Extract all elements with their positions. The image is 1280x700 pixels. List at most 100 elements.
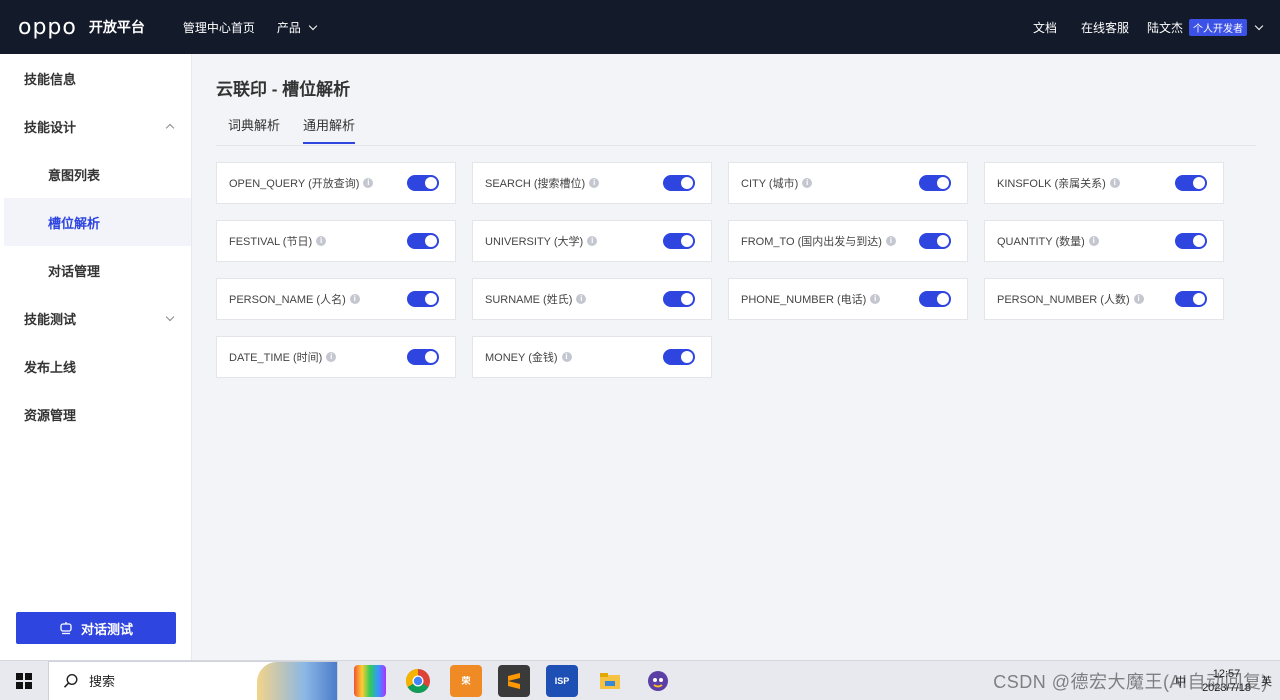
slot-label: CITY (城市)	[741, 178, 799, 190]
sidebar-item-publish[interactable]: 发布上线	[0, 342, 191, 390]
info-icon[interactable]: i	[589, 178, 600, 188]
brand-name[interactable]: 开放平台	[89, 17, 145, 37]
sidebar-item-slot-parsing[interactable]: 槽位解析	[4, 198, 191, 246]
main-content: 云联印 - 槽位解析 词典解析 通用解析 OPEN_QUERY (开放查询) i…	[192, 54, 1280, 660]
slot-toggle[interactable]	[663, 233, 695, 249]
slot-toggle[interactable]	[663, 291, 695, 307]
info-icon[interactable]: i	[326, 352, 337, 362]
info-icon[interactable]: i	[802, 178, 813, 188]
chevron-down-icon	[308, 21, 318, 30]
dialog-test-label: 对话测试	[80, 621, 133, 637]
app-icon-orange[interactable]: 荣	[450, 664, 482, 697]
slot-card: QUANTITY (数量) i	[984, 220, 1224, 262]
slot-toggle[interactable]	[407, 349, 439, 365]
info-icon[interactable]: i	[1109, 178, 1120, 188]
dialog-test-button[interactable]: 对话测试	[16, 612, 176, 644]
oppo-logo[interactable]: oppo	[18, 15, 77, 40]
slot-toggle[interactable]	[663, 349, 695, 365]
slot-toggle[interactable]	[407, 291, 439, 307]
slot-card: SURNAME (姓氏) i	[472, 278, 712, 320]
chevron-up-icon	[165, 123, 175, 132]
search-placeholder: 搜索	[89, 674, 116, 689]
slot-label: DATE_TIME (时间)	[229, 352, 323, 364]
search-highlight-art	[257, 661, 337, 700]
sidebar-item-label: 技能信息	[24, 71, 77, 87]
taskbar-search[interactable]: 搜索	[48, 660, 338, 700]
slot-card: FROM_TO (国内出发与到达) i	[728, 220, 968, 262]
slot-card: PERSON_NAME (人名) i	[216, 278, 456, 320]
windows-logo-icon	[16, 672, 32, 689]
sidebar-item-label: 技能设计	[24, 119, 77, 135]
windows-start-button[interactable]	[0, 661, 48, 700]
sidebar-item-resources[interactable]: 资源管理	[0, 390, 191, 438]
slot-toggle[interactable]	[1175, 233, 1207, 249]
tab-general-parsing[interactable]: 通用解析	[303, 115, 356, 144]
isp-app-icon[interactable]: ISP	[546, 664, 578, 697]
sidebar-item-dialog-management[interactable]: 对话管理	[0, 246, 191, 294]
slot-card: CITY (城市) i	[728, 162, 968, 204]
tab-dictionary-parsing[interactable]: 词典解析	[228, 115, 280, 142]
slot-label: PHONE_NUMBER (电话)	[741, 294, 867, 306]
nav-product-label: 产品	[276, 20, 301, 35]
slot-card: OPEN_QUERY (开放查询) i	[216, 162, 456, 204]
info-icon[interactable]: i	[576, 294, 587, 304]
slot-label: PERSON_NUMBER (人数)	[997, 294, 1130, 306]
slot-card: KINSFOLK (亲属关系) i	[984, 162, 1224, 204]
slot-toggle[interactable]	[919, 233, 951, 249]
sidebar-item-skill-info[interactable]: 技能信息	[0, 54, 191, 102]
slot-label: KINSFOLK (亲属关系)	[997, 178, 1106, 190]
info-icon[interactable]: i	[1088, 236, 1099, 246]
page-title: 云联印 - 槽位解析	[216, 80, 351, 99]
info-icon[interactable]: i	[587, 236, 598, 246]
sublime-icon[interactable]	[498, 664, 530, 697]
robot-icon	[60, 622, 72, 635]
info-icon[interactable]: i	[870, 294, 881, 304]
nav-home-link[interactable]: 管理中心首页	[183, 19, 255, 36]
game-app-icon[interactable]	[642, 665, 674, 697]
sidebar-item-skill-design[interactable]: 技能设计	[0, 102, 191, 150]
watermark: CSDN @德宏大魔王(AI自动回复)	[993, 672, 1268, 692]
slot-card: UNIVERSITY (大学) i	[472, 220, 712, 262]
docs-link[interactable]: 文档	[1033, 19, 1057, 36]
user-name: 陆文杰	[1146, 20, 1183, 35]
sidebar-item-label: 资源管理	[24, 407, 77, 423]
slot-card: PHONE_NUMBER (电话) i	[728, 278, 968, 320]
slot-toggle[interactable]	[407, 233, 439, 249]
chevron-down-icon	[165, 312, 175, 321]
nav-product-menu[interactable]: 产品	[276, 19, 318, 36]
chrome-icon[interactable]	[402, 665, 434, 697]
sidebar-item-label: 槽位解析	[48, 215, 101, 231]
slot-label: OPEN_QUERY (开放查询)	[229, 178, 360, 190]
sidebar-item-skill-test[interactable]: 技能测试	[0, 294, 191, 342]
slot-toggle[interactable]	[919, 175, 951, 191]
developer-badge: 个人开发者	[1189, 18, 1247, 36]
sidebar-item-intent-list[interactable]: 意图列表	[0, 150, 191, 198]
slot-toggle[interactable]	[1175, 291, 1207, 307]
slot-label: PERSON_NAME (人名)	[229, 294, 346, 306]
slot-card: PERSON_NUMBER (人数) i	[984, 278, 1224, 320]
info-icon[interactable]: i	[363, 178, 374, 188]
brand[interactable]: oppo 开放平台	[18, 15, 145, 40]
slot-label: SEARCH (搜索槽位)	[485, 178, 586, 190]
color-app-icon[interactable]	[354, 664, 386, 697]
file-explorer-icon[interactable]	[594, 665, 626, 697]
slot-toggle[interactable]	[663, 175, 695, 191]
slot-toggle[interactable]	[407, 175, 439, 191]
info-icon[interactable]: i	[316, 236, 327, 246]
slot-label: FROM_TO (国内出发与到达)	[741, 236, 882, 248]
info-icon[interactable]: i	[561, 352, 572, 362]
info-icon[interactable]: i	[885, 236, 896, 246]
slot-toggle[interactable]	[919, 291, 951, 307]
header-right-nav: 文档 在线客服 陆文杰 个人开发者	[1009, 18, 1264, 36]
slot-card: SEARCH (搜索槽位) i	[472, 162, 712, 204]
slot-toggle[interactable]	[1175, 175, 1207, 191]
sidebar-item-label: 发布上线	[24, 359, 77, 375]
slot-label: SURNAME (姓氏)	[485, 294, 573, 306]
chevron-down-icon	[1254, 21, 1264, 30]
search-icon	[63, 673, 78, 688]
support-link[interactable]: 在线客服	[1081, 19, 1129, 36]
info-icon[interactable]: i	[349, 294, 360, 304]
user-menu[interactable]: 陆文杰 个人开发者	[1146, 18, 1264, 36]
info-icon[interactable]: i	[1133, 294, 1144, 304]
sidebar-item-label: 技能测试	[24, 311, 77, 327]
